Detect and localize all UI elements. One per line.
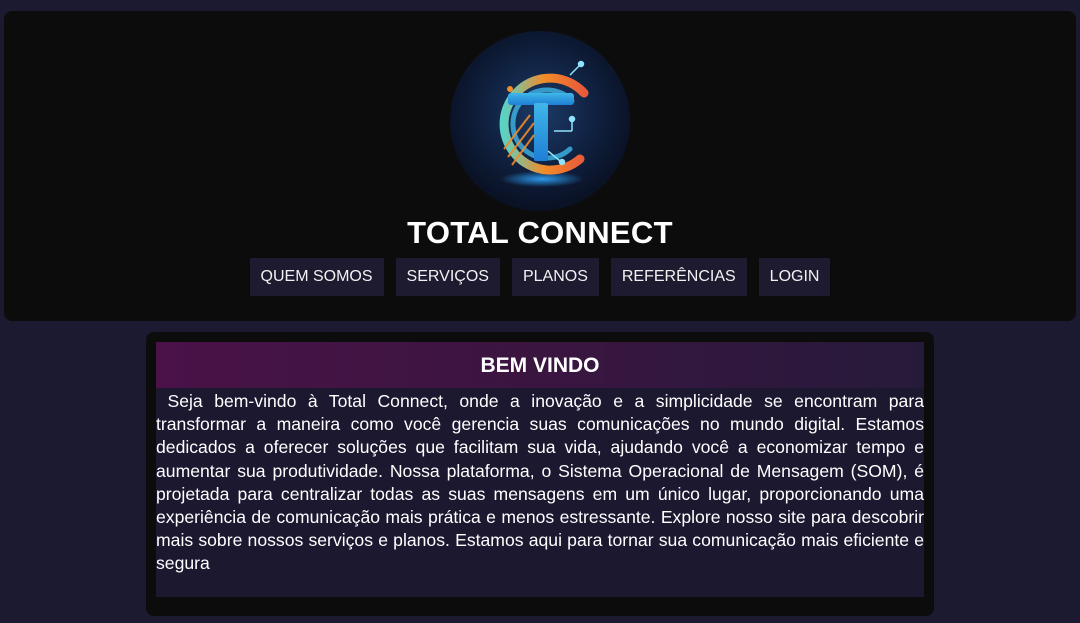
nav-login[interactable]: LOGIN — [758, 258, 831, 296]
nav-referencias[interactable]: REFERÊNCIAS — [610, 258, 747, 296]
welcome-title: BEM VINDO — [480, 354, 600, 377]
nav-servicos[interactable]: SERVIÇOS — [395, 258, 500, 296]
site-header: TOTAL CONNECT QUEM SOMOS SERVIÇOS PLANOS… — [4, 11, 1076, 321]
welcome-text-box: Seja bem-vindo à Total Connect, onde a i… — [156, 388, 924, 597]
tc-monogram-logo — [450, 31, 630, 211]
nav-quem-somos[interactable]: QUEM SOMOS — [249, 258, 384, 296]
welcome-text: Seja bem-vindo à Total Connect, onde a i… — [156, 391, 929, 574]
main-nav: QUEM SOMOS SERVIÇOS PLANOS REFERÊNCIAS L… — [4, 258, 1076, 296]
welcome-header: BEM VINDO — [156, 342, 924, 388]
nav-planos[interactable]: PLANOS — [511, 258, 599, 296]
welcome-card: BEM VINDO Seja bem-vindo à Total Connect… — [146, 332, 934, 616]
site-title: TOTAL CONNECT — [407, 215, 673, 250]
